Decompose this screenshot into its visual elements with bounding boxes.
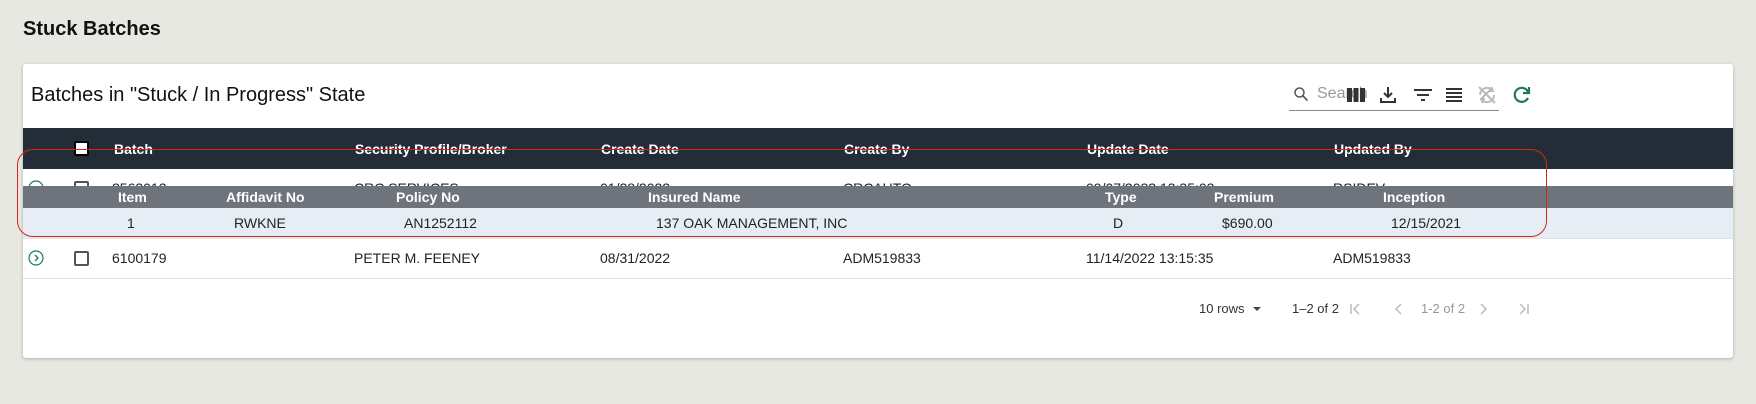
expand-row-icon[interactable] (28, 250, 44, 266)
column-header-updated-by[interactable]: Updated By (1334, 141, 1412, 157)
card-title: Batches in "Stuck / In Progress" State (31, 84, 366, 106)
search-icon (1294, 87, 1308, 101)
create-by-cell: ADM519833 (843, 250, 921, 266)
row-checkbox[interactable] (74, 251, 89, 266)
create-date-cell: 08/31/2022 (600, 250, 671, 266)
batches-card: Batches in "Stuck / In Progress" State S… (23, 64, 1733, 358)
page-label: 1-2 of 2 (1421, 301, 1466, 316)
detail-header-type: Type (1105, 189, 1137, 205)
download-icon[interactable] (1376, 83, 1400, 107)
detail-header-affidavit-no: Affidavit No (226, 189, 305, 205)
last-page-icon[interactable] (1515, 301, 1531, 317)
detail-header-policy-no: Policy No (396, 189, 460, 205)
detail-header-premium: Premium (1214, 189, 1274, 205)
column-header-update-date[interactable]: Update Date (1087, 141, 1169, 157)
refresh-icon[interactable] (1510, 83, 1534, 107)
detail-header-insured-name: Insured Name (648, 189, 741, 205)
detail-inception-cell: 12/15/2021 (1391, 215, 1462, 231)
batch-cell: 6100179 (112, 250, 167, 266)
detail-header-inception: Inception (1383, 189, 1446, 205)
page-title: Stuck Batches (23, 18, 161, 40)
column-header-broker[interactable]: Security Profile/Broker (355, 141, 507, 157)
detail-premium-cell: $690.00 (1222, 215, 1273, 231)
detail-insured-name-cell: 137 OAK MANAGEMENT, INC (656, 215, 848, 231)
sync-disabled-icon[interactable] (1475, 83, 1499, 107)
detail-table-row: 1 RWKNE AN1252112 137 OAK MANAGEMENT, IN… (23, 208, 1733, 238)
broker-cell: PETER M. FEENEY (354, 250, 481, 266)
detail-type-cell: D (1113, 215, 1124, 231)
density-icon[interactable] (1442, 83, 1466, 107)
detail-item-cell: 1 (127, 215, 135, 231)
filter-icon[interactable] (1411, 83, 1435, 107)
row-divider (23, 278, 1733, 279)
first-page-icon[interactable] (1348, 301, 1364, 317)
view-columns-icon[interactable] (1344, 83, 1368, 107)
pagination-bar: 10 rows 1–2 of 2 1-2 of 2 (23, 293, 1733, 353)
column-header-create-date[interactable]: Create Date (601, 141, 679, 157)
detail-policy-no-cell: AN1252112 (404, 215, 477, 231)
detail-affidavit-no-cell: RWKNE (234, 215, 286, 231)
update-date-cell: 11/14/2022 13:15:35 (1086, 250, 1214, 266)
select-all-checkbox[interactable] (74, 141, 89, 156)
next-page-icon[interactable] (1475, 301, 1491, 317)
pagination-range: 1–2 of 2 (1292, 301, 1339, 316)
rows-per-page-select[interactable]: 10 rows (1199, 301, 1245, 316)
updated-by-cell: ADM519833 (1333, 250, 1411, 266)
table-row[interactable]: 6100179 PETER M. FEENEY 08/31/2022 ADM51… (23, 239, 1733, 277)
table-header: Batch Security Profile/Broker Create Dat… (23, 128, 1733, 169)
column-header-batch[interactable]: Batch (114, 141, 153, 157)
chevron-down-icon[interactable] (1251, 305, 1263, 313)
previous-page-icon[interactable] (1391, 301, 1407, 317)
detail-table-header: Item Affidavit No Policy No Insured Name… (23, 186, 1733, 208)
column-header-create-by[interactable]: Create By (844, 141, 909, 157)
detail-header-item: Item (118, 189, 147, 205)
